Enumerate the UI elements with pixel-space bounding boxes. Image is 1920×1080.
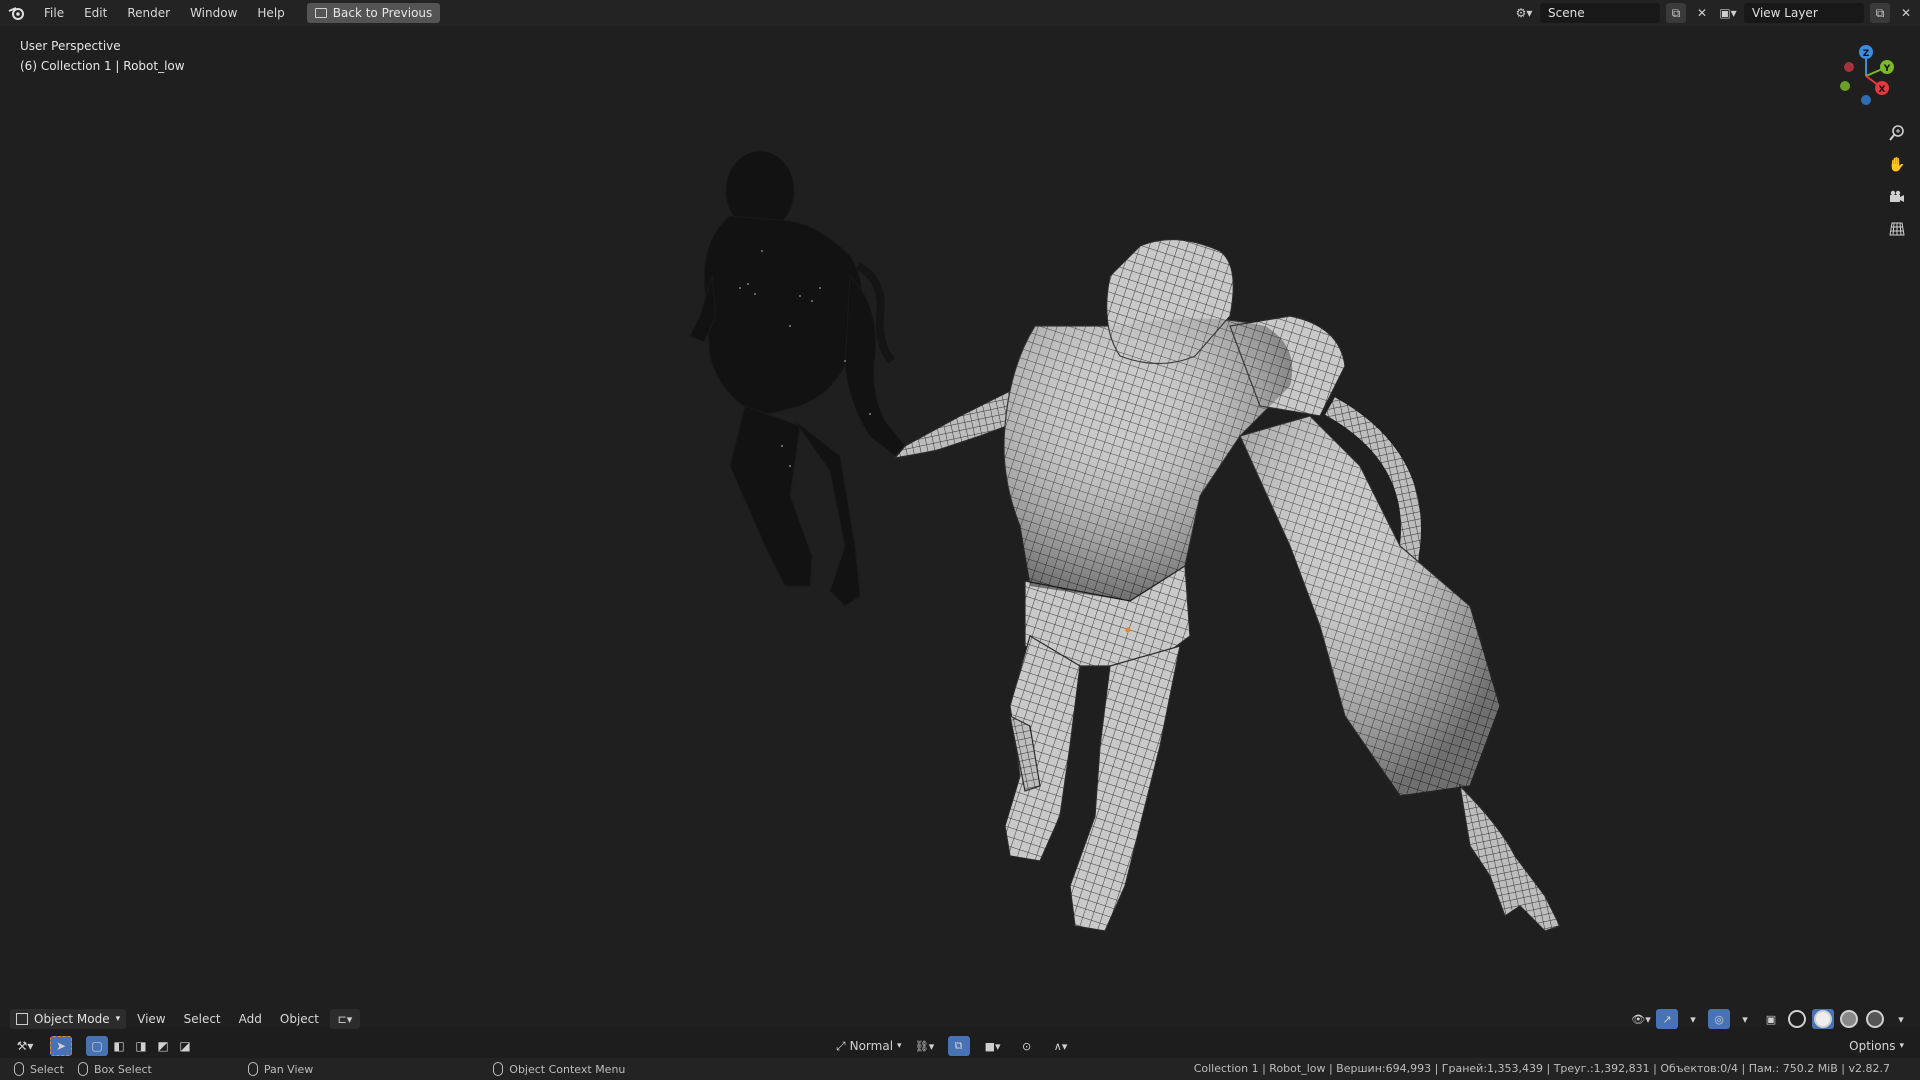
menu-edit[interactable]: Edit	[74, 0, 117, 26]
perspective-label: User Perspective	[20, 39, 121, 53]
options-label: Options	[1849, 1039, 1896, 1053]
orientation-icon: ⤢	[836, 1038, 846, 1053]
mouse-middle-icon	[247, 1062, 258, 1076]
select-tool-icon[interactable]: ➤	[50, 1036, 72, 1056]
overlay-toggle-icon[interactable]: ◎	[1708, 1009, 1730, 1029]
scene-field[interactable]: Scene	[1540, 3, 1660, 23]
status-bar: Select Box Select Pan View Object Contex…	[0, 1058, 1920, 1080]
viewport-header: Object Mode ▾ View Select Add Object ⊏▾ …	[0, 1006, 1920, 1032]
orientation-label: Normal	[849, 1039, 894, 1053]
tool-settings-icon[interactable]: ⚒▾	[10, 1036, 40, 1056]
navigation-gizmo[interactable]: Z Y X	[1832, 40, 1902, 114]
menu-window[interactable]: Window	[180, 0, 247, 26]
transform-controls: ⤢ Normal ▾ ⛓▾ ⧉ ■▾ ⊙ ∧▾	[836, 1036, 1076, 1056]
status-context-menu-label: Object Context Menu	[509, 1062, 626, 1076]
select-mode-extend-icon[interactable]: ◧	[108, 1036, 130, 1056]
gizmo-dropdown-icon[interactable]: ▾	[1682, 1009, 1704, 1029]
status-select: Select	[14, 1062, 64, 1076]
tool-header: ⚒▾ ➤ ▢ ◧ ◨ ◩ ◪ ⤢ Normal ▾ ⛓▾ ⧉ ■▾ ⊙ ∧▾ O…	[0, 1034, 1920, 1058]
object-origin-dot	[1125, 627, 1131, 633]
view-layer-selector-icon[interactable]: ▣▾	[1718, 3, 1738, 23]
chevron-down-icon: ▾	[115, 1014, 121, 1024]
3d-viewport[interactable]: User Perspective (6) Collection 1 | Robo…	[0, 26, 1920, 1026]
proportional-edit-icon[interactable]: ⊙	[1016, 1036, 1038, 1056]
proportional-falloff-icon[interactable]: ∧▾	[1046, 1036, 1076, 1056]
grid-icon[interactable]	[1886, 218, 1908, 240]
menu-file[interactable]: File	[34, 0, 74, 26]
transform-orientation-dropdown[interactable]: ⤢ Normal ▾	[836, 1039, 902, 1054]
header-menu-view[interactable]: View	[130, 1012, 172, 1026]
object-mode-dropdown[interactable]: Object Mode ▾	[10, 1009, 127, 1029]
scene-render	[689, 150, 1561, 932]
options-dropdown[interactable]: Options ▾	[1843, 1036, 1910, 1056]
screen-icon	[314, 8, 327, 18]
chevron-down-icon: ▾	[897, 1041, 902, 1051]
scene-statistics: Collection 1 | Robot_low | Вершин:694,99…	[1193, 1062, 1890, 1075]
shading-dropdown-icon[interactable]: ▾	[1890, 1009, 1912, 1029]
gizmo-y-label: Y	[1883, 64, 1891, 74]
gizmo-x-label: X	[1879, 85, 1886, 95]
transform-gizmo-dropdown-icon[interactable]: ⊏▾	[329, 1009, 360, 1029]
mouse-right-icon	[493, 1062, 504, 1076]
collection-label: (6) Collection 1 | Robot_low	[20, 59, 185, 73]
mouse-left-icon	[14, 1062, 24, 1076]
view-layer-field[interactable]: View Layer	[1744, 3, 1864, 23]
status-pan-view: Pan View	[247, 1062, 314, 1076]
overlay-dropdown-icon[interactable]: ▾	[1734, 1009, 1756, 1029]
visibility-eye-icon[interactable]: 👁▾	[1630, 1009, 1652, 1029]
snap-toggle-icon[interactable]: ⧉	[947, 1036, 970, 1056]
new-scene-icon[interactable]: ⧉	[1666, 3, 1686, 23]
select-mode-intersect-icon[interactable]: ◪	[174, 1036, 196, 1056]
snap-target-icon[interactable]: ■▾	[978, 1036, 1008, 1056]
back-to-previous-label: Back to Previous	[332, 6, 433, 20]
object-mode-label: Object Mode	[34, 1012, 110, 1026]
delete-scene-icon[interactable]: ✕	[1692, 3, 1712, 23]
viewport-nav-tools: ✋	[1886, 122, 1908, 240]
xray-toggle-icon[interactable]: ▣	[1760, 1009, 1782, 1029]
menu-render[interactable]: Render	[117, 0, 180, 26]
gizmo-toggle-icon[interactable]: ↗	[1656, 1009, 1678, 1029]
status-box-select-label: Box Select	[93, 1062, 152, 1076]
viewport-info: User Perspective (6) Collection 1 | Robo…	[20, 36, 185, 76]
status-pan-view-label: Pan View	[263, 1062, 314, 1076]
select-mode-new-icon[interactable]: ▢	[86, 1036, 108, 1056]
object-mode-icon	[16, 1013, 28, 1025]
scene-selector-icon[interactable]: ⚙▾	[1514, 3, 1534, 23]
select-mode-subtract-icon[interactable]: ◨	[130, 1036, 152, 1056]
pivot-point-icon[interactable]: ⛓▾	[910, 1036, 940, 1056]
status-context-menu: Object Context Menu	[493, 1062, 625, 1076]
shading-wireframe-icon[interactable]	[1786, 1009, 1808, 1029]
header-menu-select[interactable]: Select	[177, 1012, 228, 1026]
header-menu-add[interactable]: Add	[232, 1012, 269, 1026]
mouse-drag-icon	[77, 1062, 88, 1076]
zoom-icon[interactable]	[1886, 122, 1908, 144]
status-box-select: Box Select	[77, 1062, 152, 1076]
menu-help[interactable]: Help	[247, 0, 294, 26]
gizmo-z-label: Z	[1863, 49, 1870, 59]
back-to-previous-button[interactable]: Back to Previous	[306, 3, 441, 23]
top-bar: File Edit Render Window Help Back to Pre…	[0, 0, 1920, 26]
blender-logo-icon[interactable]	[0, 0, 34, 26]
camera-icon[interactable]	[1886, 186, 1908, 208]
shading-solid-icon[interactable]	[1812, 1009, 1834, 1029]
status-select-label: Select	[30, 1062, 64, 1076]
new-view-layer-icon[interactable]: ⧉	[1870, 3, 1890, 23]
shading-rendered-icon[interactable]	[1864, 1009, 1886, 1029]
robot-high-silhouette	[689, 150, 906, 607]
chevron-down-icon: ▾	[1899, 1041, 1904, 1051]
shading-material-icon[interactable]	[1838, 1009, 1860, 1029]
hand-icon[interactable]: ✋	[1886, 154, 1908, 176]
delete-view-layer-icon[interactable]: ✕	[1896, 3, 1916, 23]
header-menu-object[interactable]: Object	[273, 1012, 326, 1026]
select-mode-invert-icon[interactable]: ◩	[152, 1036, 174, 1056]
